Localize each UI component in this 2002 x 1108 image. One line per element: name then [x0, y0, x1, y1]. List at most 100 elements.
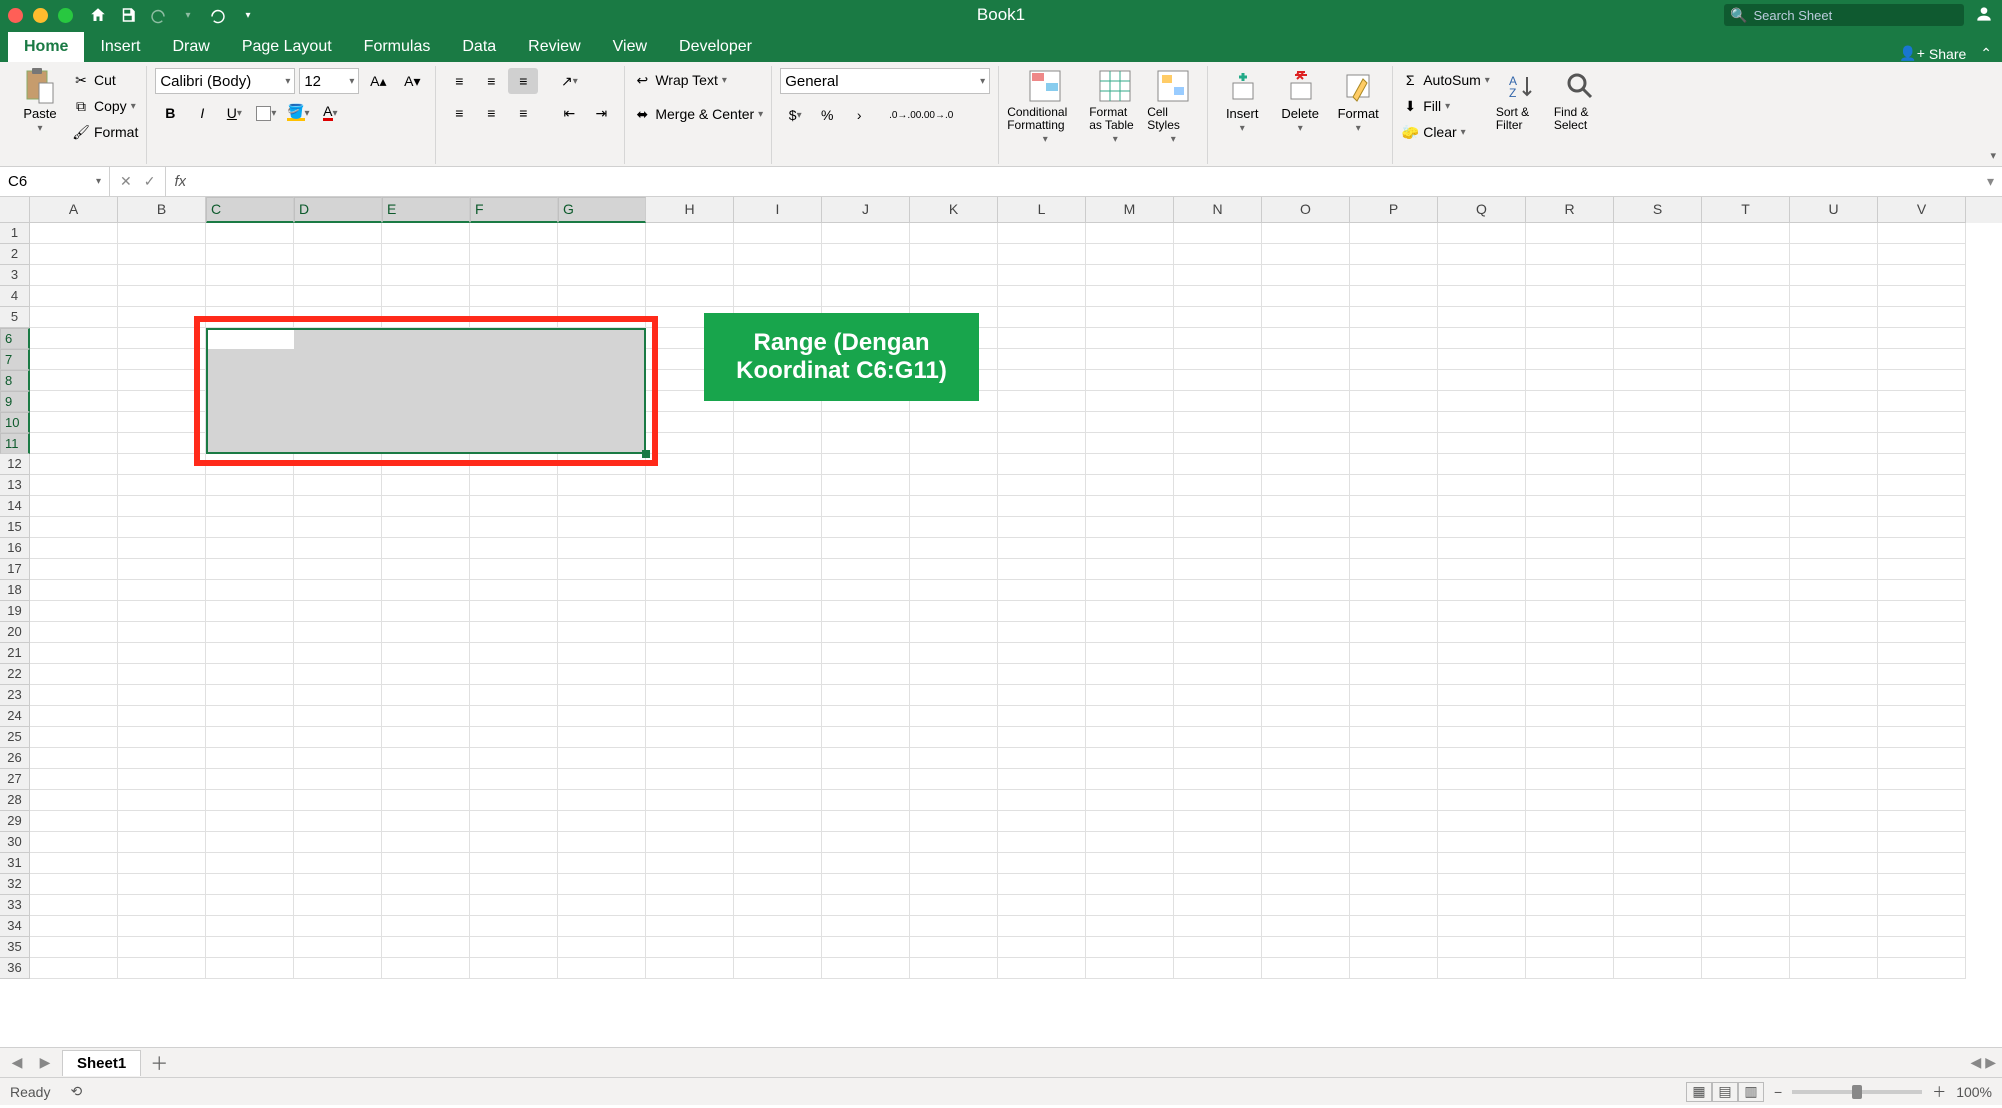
cell[interactable]: [1350, 895, 1438, 916]
cell[interactable]: [1174, 433, 1262, 454]
cell[interactable]: [206, 790, 294, 811]
fill-handle[interactable]: [642, 450, 650, 458]
row-header-24[interactable]: 24: [0, 706, 30, 727]
cell[interactable]: [294, 706, 382, 727]
cell[interactable]: [118, 412, 206, 433]
cell[interactable]: [30, 853, 118, 874]
cell[interactable]: [470, 622, 558, 643]
cell[interactable]: [30, 706, 118, 727]
align-right-button[interactable]: ≡: [508, 100, 538, 126]
cell[interactable]: [1438, 412, 1526, 433]
cell[interactable]: [646, 727, 734, 748]
bold-button[interactable]: B: [155, 100, 185, 126]
cell[interactable]: [1790, 286, 1878, 307]
cell[interactable]: [30, 643, 118, 664]
cell[interactable]: [1790, 538, 1878, 559]
cell[interactable]: [1262, 433, 1350, 454]
cell[interactable]: [998, 895, 1086, 916]
cell[interactable]: [470, 958, 558, 979]
cell[interactable]: [206, 475, 294, 496]
cell[interactable]: [1262, 811, 1350, 832]
cell[interactable]: [30, 307, 118, 328]
cell[interactable]: [558, 496, 646, 517]
fill-button[interactable]: ⬇Fill▾: [1401, 94, 1490, 118]
align-middle-button[interactable]: ≡: [476, 68, 506, 94]
cell[interactable]: [118, 496, 206, 517]
cell[interactable]: [1702, 475, 1790, 496]
cell[interactable]: [1526, 685, 1614, 706]
cell[interactable]: [1174, 412, 1262, 433]
cell[interactable]: [118, 958, 206, 979]
cell[interactable]: [998, 244, 1086, 265]
cell[interactable]: [1702, 727, 1790, 748]
cell[interactable]: [206, 853, 294, 874]
cell[interactable]: [558, 475, 646, 496]
row-header-1[interactable]: 1: [0, 223, 30, 244]
cell[interactable]: [910, 412, 998, 433]
cell[interactable]: [1702, 937, 1790, 958]
cell[interactable]: [1614, 538, 1702, 559]
cell[interactable]: [206, 748, 294, 769]
cell[interactable]: [998, 412, 1086, 433]
cell[interactable]: [1350, 328, 1438, 349]
cell[interactable]: [1526, 706, 1614, 727]
cell[interactable]: [998, 223, 1086, 244]
cell[interactable]: [1086, 937, 1174, 958]
row-header-26[interactable]: 26: [0, 748, 30, 769]
cell[interactable]: [998, 433, 1086, 454]
cell[interactable]: [118, 370, 206, 391]
cell[interactable]: [1702, 622, 1790, 643]
cell[interactable]: [470, 244, 558, 265]
column-header-F[interactable]: F: [470, 197, 558, 223]
cell[interactable]: [910, 853, 998, 874]
cell[interactable]: [1086, 790, 1174, 811]
qat-dropdown[interactable]: ▾: [239, 6, 257, 24]
cell[interactable]: [998, 328, 1086, 349]
cell[interactable]: [1526, 538, 1614, 559]
cell[interactable]: [1702, 349, 1790, 370]
cell[interactable]: [1526, 223, 1614, 244]
cell[interactable]: [734, 496, 822, 517]
cell[interactable]: [118, 832, 206, 853]
cell[interactable]: [1526, 349, 1614, 370]
home-icon[interactable]: [89, 6, 107, 24]
number-format-selector[interactable]: General▾: [780, 68, 990, 94]
cell[interactable]: [470, 286, 558, 307]
row-header-20[interactable]: 20: [0, 622, 30, 643]
cell[interactable]: [734, 748, 822, 769]
row-header-5[interactable]: 5: [0, 307, 30, 328]
normal-view-button[interactable]: ▦: [1686, 1082, 1712, 1102]
cell[interactable]: [118, 559, 206, 580]
cell[interactable]: [1438, 391, 1526, 412]
cell[interactable]: [998, 727, 1086, 748]
cell[interactable]: [1174, 832, 1262, 853]
cell[interactable]: [1878, 496, 1966, 517]
cell[interactable]: [1878, 244, 1966, 265]
cell[interactable]: [30, 223, 118, 244]
cell[interactable]: [118, 895, 206, 916]
delete-cells-button[interactable]: Delete▾: [1274, 68, 1326, 134]
cell[interactable]: [1350, 475, 1438, 496]
cell[interactable]: [1174, 853, 1262, 874]
row-header-8[interactable]: 8: [0, 370, 30, 391]
align-left-button[interactable]: ≡: [444, 100, 474, 126]
cell[interactable]: [1086, 685, 1174, 706]
copy-button[interactable]: ⧉Copy▾: [72, 94, 138, 118]
cell[interactable]: [118, 685, 206, 706]
cell[interactable]: [206, 559, 294, 580]
cell[interactable]: [1878, 643, 1966, 664]
cell[interactable]: [998, 706, 1086, 727]
cell[interactable]: [558, 727, 646, 748]
cell[interactable]: [1438, 664, 1526, 685]
cell[interactable]: [1086, 601, 1174, 622]
cell[interactable]: [558, 706, 646, 727]
cell[interactable]: [1878, 391, 1966, 412]
cell[interactable]: [910, 601, 998, 622]
column-header-Q[interactable]: Q: [1438, 197, 1526, 223]
cell[interactable]: [1350, 580, 1438, 601]
cell[interactable]: [1086, 538, 1174, 559]
align-bottom-button[interactable]: ≡: [508, 68, 538, 94]
cell[interactable]: [998, 370, 1086, 391]
cell[interactable]: [1702, 538, 1790, 559]
underline-button[interactable]: U▾: [219, 100, 249, 126]
